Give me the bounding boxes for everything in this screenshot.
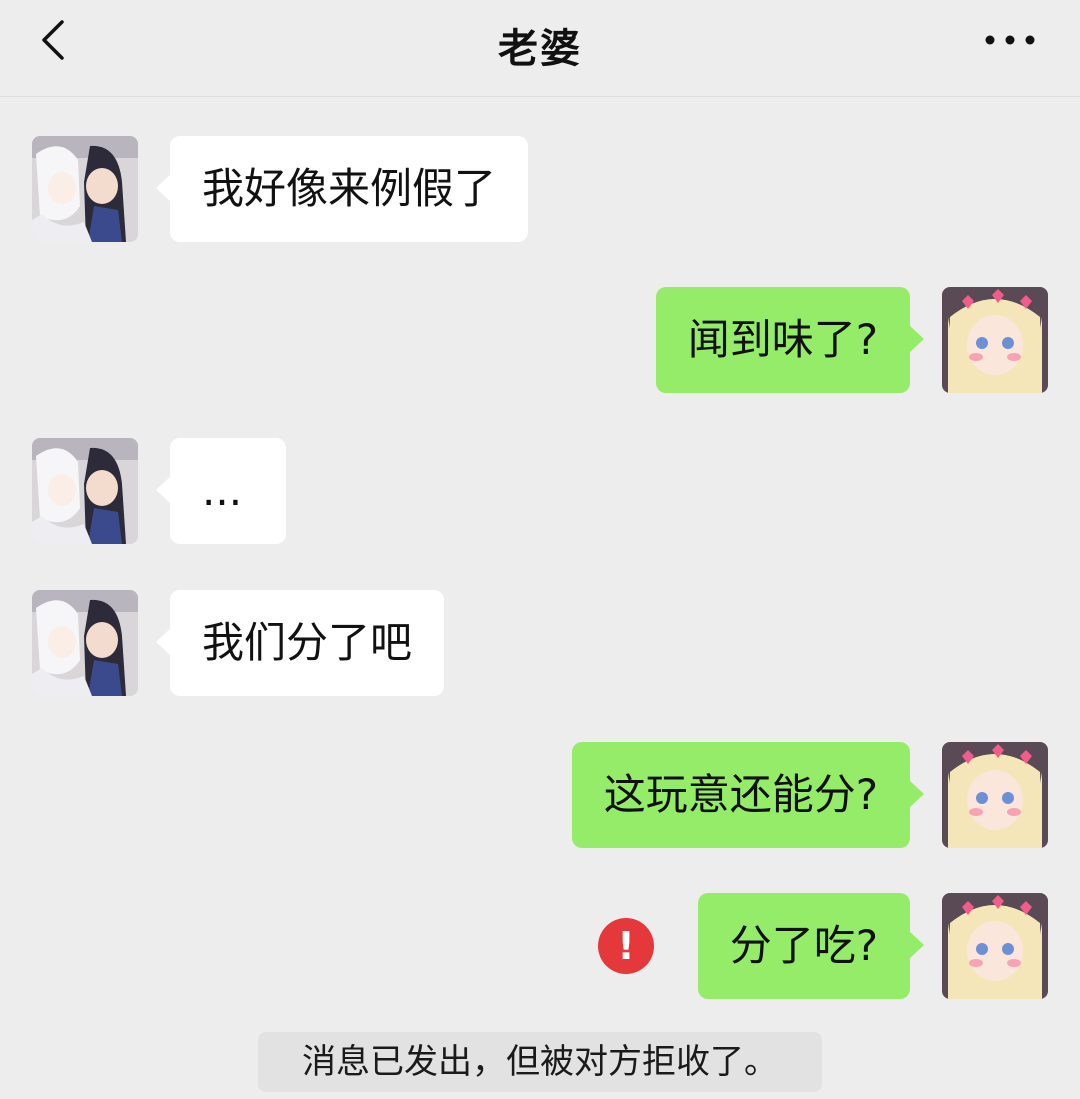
contact-avatar[interactable] xyxy=(32,136,138,242)
chat-title: 老婆 xyxy=(498,26,582,72)
contact-avatar[interactable] xyxy=(32,590,138,696)
my-avatar[interactable] xyxy=(942,742,1048,848)
my-avatar[interactable] xyxy=(942,893,1048,999)
send-failed-icon[interactable]: ! xyxy=(598,918,654,974)
more-horizontal-icon[interactable] xyxy=(980,22,1040,58)
message-bubble-outgoing[interactable]: 闻到味了? xyxy=(655,287,925,393)
message-bubble-incoming[interactable]: 我们分了吧 xyxy=(155,590,445,696)
message-bubble-outgoing[interactable]: 这玩意还能分? xyxy=(571,742,925,848)
my-avatar[interactable] xyxy=(942,287,1048,393)
system-notice: 消息已发出，但被对方拒收了。 xyxy=(258,1032,822,1092)
top-bar: 老婆 xyxy=(0,0,1080,97)
message-bubble-incoming[interactable]: ... xyxy=(156,438,286,544)
message-bubble-incoming[interactable]: 我好像来例假了 xyxy=(155,136,529,242)
contact-avatar[interactable] xyxy=(32,438,138,544)
message-bubble-outgoing[interactable]: 分了吃? xyxy=(697,893,925,999)
